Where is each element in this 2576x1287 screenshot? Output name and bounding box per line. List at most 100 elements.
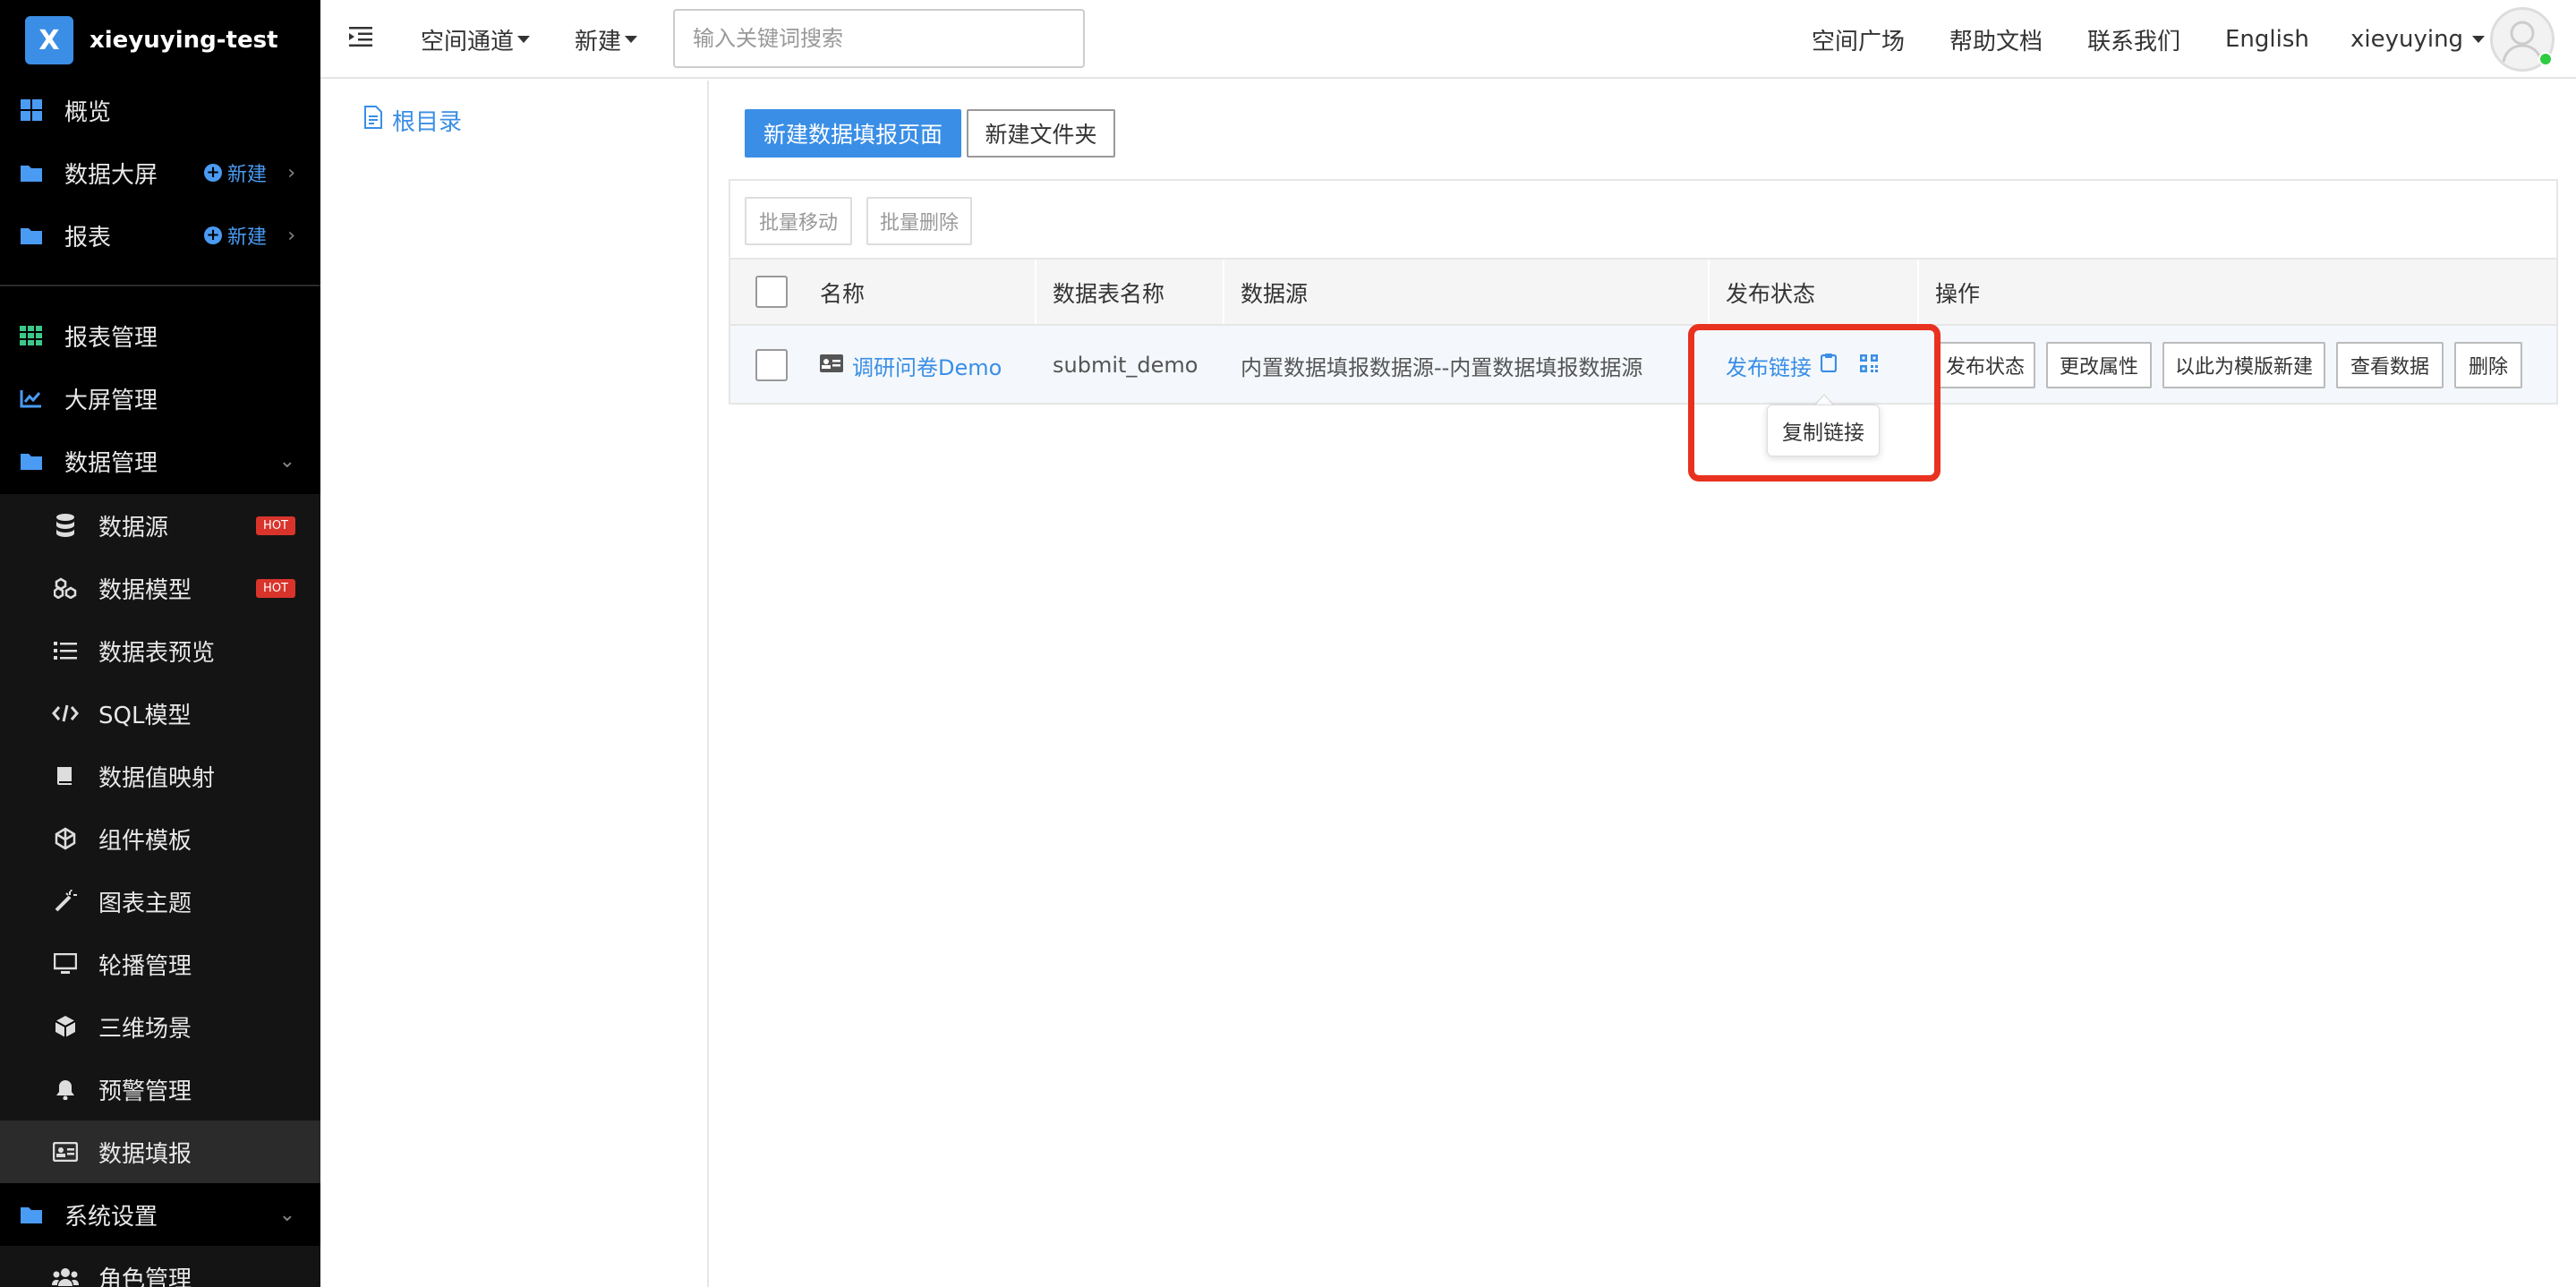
- chevron-down-icon: ⌄: [278, 449, 295, 473]
- sidebar-item-label: 数据模型: [98, 576, 192, 604]
- row-name-link[interactable]: 调研问卷Demo: [820, 326, 1002, 405]
- sidebar-item-chart-theme[interactable]: 图表主题: [0, 870, 320, 933]
- sidebar-item-system-settings[interactable]: 系统设置 ⌄: [0, 1183, 320, 1246]
- new-form-page-button[interactable]: 新建数据填报页面: [745, 109, 961, 158]
- space-channel-dropdown[interactable]: 空间通道: [421, 0, 531, 79]
- sidebar-item-label: 数据管理: [64, 449, 158, 477]
- sidebar-item-label: 轮播管理: [98, 952, 192, 980]
- search-input[interactable]: [673, 9, 1085, 68]
- bell-icon: [52, 1076, 79, 1103]
- sidebar-item-data-model[interactable]: 数据模型 HOT: [0, 557, 320, 619]
- contact-us-link[interactable]: 联系我们: [2087, 0, 2180, 79]
- folder-icon: [18, 447, 45, 474]
- sidebar-item-alert[interactable]: 预警管理: [0, 1058, 320, 1121]
- sidebar-item-bigscreen[interactable]: 数据大屏 + 新建 ›: [0, 141, 320, 204]
- book-icon: [52, 763, 79, 789]
- column-header-table-name: 数据表名称: [1053, 281, 1165, 307]
- help-docs-link[interactable]: 帮助文档: [1949, 0, 2043, 79]
- indent-icon: [349, 26, 372, 53]
- column-separator: [1708, 260, 1710, 326]
- sidebar-item-label: 概览: [64, 98, 112, 126]
- code-icon: [52, 700, 79, 727]
- folder-icon: [18, 222, 45, 249]
- user-dropdown[interactable]: xieyuying: [2350, 0, 2486, 79]
- sidebar-item-role-management[interactable]: 角色管理: [0, 1246, 320, 1287]
- monitor-icon: [52, 950, 79, 977]
- sidebar-item-label: 数据源: [98, 514, 169, 541]
- file-icon: [363, 106, 383, 135]
- sidebar-item-label: 图表主题: [98, 890, 192, 917]
- brand-name: xieyuying-test: [90, 27, 278, 54]
- sidebar-item-label: 数据填报: [98, 1140, 192, 1168]
- new-bigscreen-button[interactable]: + 新建: [203, 158, 267, 187]
- column-separator: [1223, 260, 1224, 326]
- column-header-publish-status: 发布状态: [1726, 281, 1816, 307]
- sidebar-item-component-template[interactable]: 组件模板: [0, 807, 320, 870]
- sidebar-divider: [0, 285, 320, 286]
- plus-circle-icon: +: [203, 164, 222, 182]
- caret-down-icon: [517, 36, 531, 43]
- column-header-name: 名称: [820, 281, 866, 307]
- view-data-button[interactable]: 查看数据: [2336, 342, 2444, 388]
- sidebar-item-label: 三维场景: [98, 1015, 192, 1043]
- row-checkbox[interactable]: [755, 349, 788, 381]
- publish-status-button[interactable]: 发布状态: [1935, 342, 2035, 388]
- brand-logo: X: [25, 16, 73, 64]
- sidebar-item-datasource[interactable]: 数据源 HOT: [0, 494, 320, 557]
- sidebar-item-table-preview[interactable]: 数据表预览: [0, 619, 320, 682]
- hot-badge: HOT: [256, 578, 295, 598]
- batch-delete-button[interactable]: 批量删除: [866, 197, 972, 245]
- chevron-right-icon: ›: [287, 161, 295, 184]
- row-table-name: submit_demo: [1053, 353, 1198, 378]
- users-icon: [52, 1264, 79, 1287]
- sidebar-item-sql-model[interactable]: SQL模型: [0, 682, 320, 745]
- sidebar-item-data-management[interactable]: 数据管理 ⌄: [0, 430, 320, 492]
- id-card-icon: [52, 1138, 79, 1165]
- brand[interactable]: X xieyuying-test: [0, 0, 320, 81]
- hot-badge: HOT: [256, 516, 295, 535]
- sidebar-item-bigscreen-management[interactable]: 大屏管理: [0, 367, 320, 430]
- folder-icon: [18, 159, 45, 186]
- select-all-checkbox[interactable]: [755, 276, 788, 308]
- tree-root-item[interactable]: 根目录: [363, 104, 462, 137]
- delete-button[interactable]: 删除: [2454, 342, 2522, 388]
- column-header-actions: 操作: [1935, 281, 1981, 307]
- new-report-button[interactable]: + 新建: [203, 221, 267, 250]
- sidebar-item-value-mapping[interactable]: 数据值映射: [0, 745, 320, 807]
- sidebar-item-label: 报表: [64, 224, 112, 251]
- new-dropdown[interactable]: 新建: [575, 0, 638, 79]
- chevron-right-icon: ›: [287, 224, 295, 247]
- edit-properties-button[interactable]: 更改属性: [2046, 342, 2152, 388]
- sidebar-item-overview[interactable]: 概览: [0, 79, 320, 141]
- sidebar-item-report-management[interactable]: 报表管理: [0, 304, 320, 367]
- language-switch[interactable]: English: [2225, 0, 2309, 79]
- form-list-panel: 批量移动 批量删除 名称 数据表名称 数据源 发布状态 操作 调研问卷Demo …: [729, 179, 2558, 405]
- dashboard-icon: [18, 97, 45, 124]
- sidebar-item-label: 系统设置: [64, 1203, 158, 1231]
- space-square-link[interactable]: 空间广场: [1812, 0, 1905, 79]
- new-folder-button[interactable]: 新建文件夹: [967, 109, 1115, 158]
- caret-down-icon: [625, 36, 638, 43]
- sidebar-item-report[interactable]: 报表 + 新建 ›: [0, 204, 320, 267]
- caret-down-icon: [2472, 36, 2486, 43]
- sidebar-item-3d-scene[interactable]: 三维场景: [0, 995, 320, 1058]
- sidebar-item-label: 组件模板: [98, 827, 192, 855]
- database-icon: [52, 512, 79, 539]
- sidebar-item-label: 数据大屏: [64, 161, 158, 189]
- collapse-sidebar-button[interactable]: [349, 0, 372, 79]
- sidebar-item-carousel[interactable]: 轮播管理: [0, 933, 320, 995]
- grid-icon: [18, 322, 45, 349]
- batch-move-button[interactable]: 批量移动: [745, 197, 852, 245]
- sidebar-item-data-fill[interactable]: 数据填报: [0, 1121, 320, 1183]
- cube-icon: [52, 1013, 79, 1040]
- sidebar-item-label: 数据表预览: [98, 639, 216, 667]
- component-icon: [52, 825, 79, 852]
- sidebar: X xieyuying-test 概览 数据大屏 + 新建 › 报表 + 新建 › …: [0, 0, 320, 1287]
- table-row: 调研问卷Demo submit_demo 内置数据填报数据源--内置数据填报数据…: [730, 324, 2556, 403]
- highlight-box: [1688, 324, 1941, 482]
- sidebar-item-label: 数据值映射: [98, 764, 216, 792]
- chart-line-icon: [18, 385, 45, 412]
- online-status-dot: [2538, 52, 2553, 66]
- folder-icon: [18, 1201, 45, 1228]
- new-from-template-button[interactable]: 以此为模版新建: [2162, 342, 2325, 388]
